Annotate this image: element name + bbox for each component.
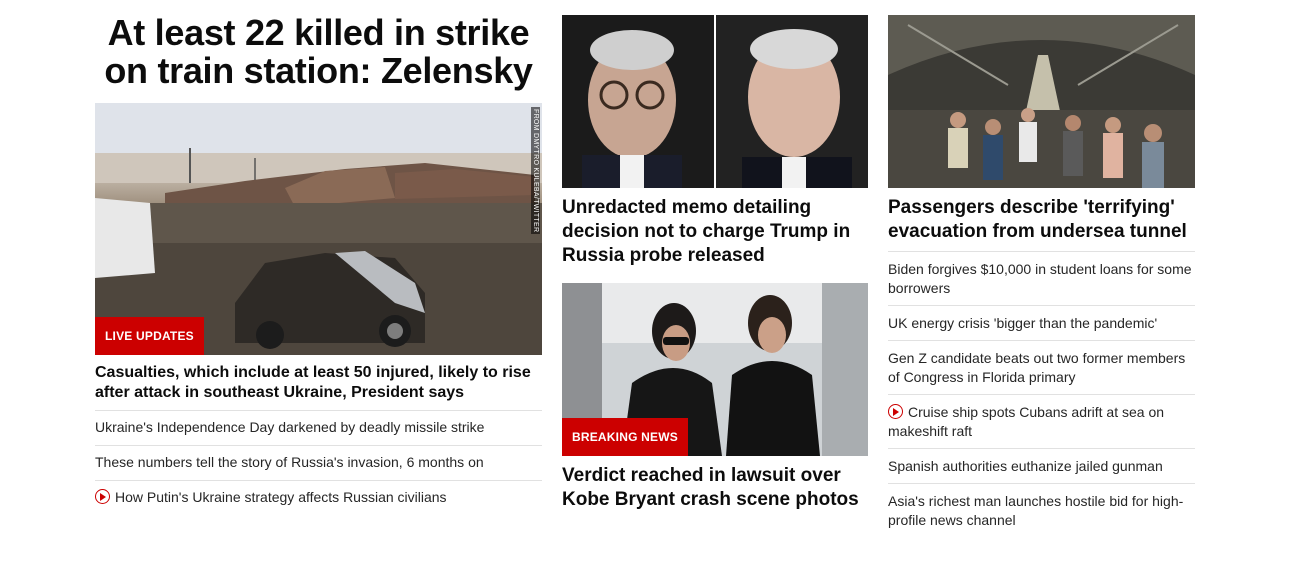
lead-story-image[interactable]: FROM DMYTRO KULEBA/TWITTER LIVE UPDATES: [95, 103, 542, 355]
barr-mueller-image[interactable]: [562, 15, 868, 188]
list-item-label[interactable]: Cruise ship spots Cubans adrift at sea o…: [888, 404, 1164, 439]
kobe-verdict-image[interactable]: BREAKING NEWS: [562, 283, 868, 456]
list-item[interactable]: Ukraine's Independence Day darkened by d…: [95, 411, 542, 446]
middle-column: Unredacted memo detailing decision not t…: [562, 15, 868, 512]
list-item[interactable]: These numbers tell the story of Russia's…: [95, 446, 542, 481]
tunnel-photo: [888, 15, 1195, 188]
story-card[interactable]: Passengers describe 'terrifying' evacuat…: [888, 15, 1195, 252]
story-card[interactable]: BREAKING NEWS Verdict reached in lawsuit…: [562, 283, 868, 512]
list-item-label[interactable]: Asia's richest man launches hostile bid …: [888, 493, 1183, 528]
list-item-label[interactable]: How Putin's Ukraine strategy affects Rus…: [115, 489, 447, 505]
list-item-label[interactable]: Gen Z candidate beats out two former mem…: [888, 350, 1185, 385]
headline-list: Biden forgives $10,000 in student loans …: [888, 252, 1195, 537]
play-icon: [888, 404, 903, 419]
story-headline[interactable]: Passengers describe 'terrifying' evacuat…: [888, 188, 1195, 252]
right-column: Passengers describe 'terrifying' evacuat…: [888, 15, 1195, 537]
portrait-photo: [562, 15, 868, 188]
list-item[interactable]: Spanish authorities euthanize jailed gun…: [888, 449, 1195, 484]
lead-related-links: Ukraine's Independence Day darkened by d…: [95, 411, 542, 515]
list-item[interactable]: Biden forgives $10,000 in student loans …: [888, 252, 1195, 306]
list-item[interactable]: UK energy crisis 'bigger than the pandem…: [888, 306, 1195, 341]
list-item-label[interactable]: Ukraine's Independence Day darkened by d…: [95, 419, 484, 435]
list-item-label[interactable]: Biden forgives $10,000 in student loans …: [888, 261, 1192, 296]
story-headline[interactable]: Verdict reached in lawsuit over Kobe Bry…: [562, 456, 868, 512]
tunnel-evacuation-image[interactable]: [888, 15, 1195, 188]
story-card[interactable]: Unredacted memo detailing decision not t…: [562, 15, 868, 268]
lead-story-column: At least 22 killed in strike on train st…: [95, 12, 542, 515]
story-headline[interactable]: Unredacted memo detailing decision not t…: [562, 188, 868, 268]
breaking-news-badge: BREAKING NEWS: [562, 418, 688, 456]
list-item-label[interactable]: UK energy crisis 'bigger than the pandem…: [888, 315, 1157, 331]
lead-headline[interactable]: At least 22 killed in strike on train st…: [95, 12, 542, 103]
list-item[interactable]: Gen Z candidate beats out two former mem…: [888, 341, 1195, 395]
play-icon: [95, 489, 110, 504]
list-item[interactable]: How Putin's Ukraine strategy affects Rus…: [95, 481, 542, 515]
list-item-label[interactable]: Spanish authorities euthanize jailed gun…: [888, 458, 1163, 474]
list-item-label[interactable]: These numbers tell the story of Russia's…: [95, 454, 484, 470]
live-updates-badge: LIVE UPDATES: [95, 317, 204, 355]
list-item[interactable]: Asia's richest man launches hostile bid …: [888, 484, 1195, 537]
list-item[interactable]: Cruise ship spots Cubans adrift at sea o…: [888, 395, 1195, 449]
photo-credit: FROM DMYTRO KULEBA/TWITTER: [531, 107, 540, 235]
lead-story-caption[interactable]: Casualties, which include at least 50 in…: [95, 355, 542, 411]
news-homepage-zone: At least 22 killed in strike on train st…: [0, 0, 1290, 574]
